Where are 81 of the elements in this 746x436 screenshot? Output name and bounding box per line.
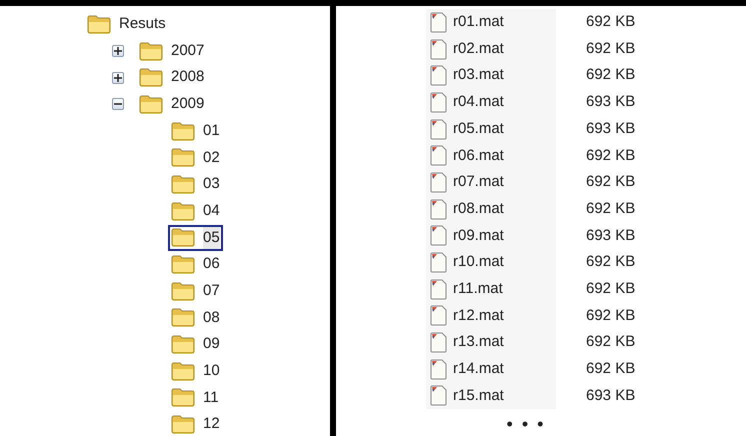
expand-icon[interactable] [112,45,124,58]
folder-icon [87,14,111,34]
file-size: 692 KB [586,332,636,352]
file-size: 692 KB [586,359,636,380]
file-size: 692 KB [586,146,636,166]
folder-icon [171,202,195,221]
file-size: 692 KB [586,12,636,32]
folder-icon [171,122,195,141]
folder-label[interactable]: 10 [203,360,220,383]
file-size: 692 KB [586,278,636,299]
folder-icon [171,415,195,434]
file-icon [430,278,447,300]
file-name[interactable]: r05.mat [453,118,504,140]
file-size: 692 KB [586,306,636,326]
file-size: 692 KB [586,252,636,272]
file-size: 693 KB [586,118,636,139]
file-icon [430,358,447,380]
folder-label[interactable]: 01 [203,120,220,142]
folder-icon [171,388,195,408]
folder-label[interactable]: 2009 [171,93,204,116]
file-icon [430,172,447,193]
file-icon [430,305,447,326]
file-name[interactable]: r10.mat [453,251,504,274]
file-icon [430,12,447,33]
file-name[interactable]: r02.mat [453,38,504,60]
file-name[interactable]: r12.mat [453,304,504,328]
folder-label[interactable]: 08 [203,306,220,330]
file-size: 693 KB [586,92,636,112]
file-icon [430,92,447,113]
file-size: 693 KB [586,226,636,246]
file-icon [430,385,447,406]
folder-label[interactable]: 12 [203,413,220,436]
folder-icon [171,308,195,328]
folder-icon [171,148,195,168]
folder-label[interactable]: 06 [203,253,220,276]
file-icon [430,225,447,246]
file-icon [430,145,447,166]
file-icon [430,332,447,354]
folder-label[interactable]: 2007 [171,40,204,62]
file-size: 692 KB [586,65,636,86]
folder-label[interactable]: 2008 [171,66,204,89]
folder-label[interactable]: 02 [203,146,220,170]
file-name[interactable]: r14.mat [453,358,504,381]
folder-icon [171,228,195,248]
file-icon [430,198,447,220]
file-size: 692 KB [586,38,636,59]
collapse-icon[interactable] [112,98,124,110]
ellipsis: • • • [506,415,546,434]
folder-label[interactable]: 09 [203,333,220,356]
file-name[interactable]: r11.mat [453,278,503,300]
folder-label[interactable]: 11 [203,386,219,410]
folder-icon [171,282,195,301]
folder-icon [139,68,163,88]
file-icon [430,252,447,274]
file-size: 692 KB [586,198,636,219]
folder-icon [171,362,195,381]
file-icon [430,118,447,140]
folder-icon [139,94,163,114]
file-size: 693 KB [586,386,636,406]
file-name[interactable]: r06.mat [453,144,504,168]
folder-icon [171,255,195,274]
folder-label[interactable]: 07 [203,280,220,302]
file-name[interactable]: r15.mat [453,384,504,408]
folder-label[interactable]: 03 [203,173,220,196]
file-size: 692 KB [586,172,636,192]
folder-label[interactable]: Resuts [119,13,166,36]
folder-icon [171,335,195,354]
selected-tree-item[interactable]: 05 [168,224,223,252]
expand-icon[interactable] [112,72,124,84]
file-icon [430,65,447,86]
file-icon [430,38,447,60]
file-name[interactable]: r03.mat [453,64,504,87]
folder-label[interactable]: 04 [203,200,220,222]
folder-icon [171,174,195,194]
file-name[interactable]: r01.mat [453,11,504,34]
file-name[interactable]: r13.mat [453,331,504,354]
file-name[interactable]: r09.mat [453,224,504,248]
folder-icon [139,42,163,61]
file-name[interactable]: r04.mat [453,91,504,114]
file-name[interactable]: r07.mat [453,171,504,194]
file-name[interactable]: r08.mat [453,198,504,220]
